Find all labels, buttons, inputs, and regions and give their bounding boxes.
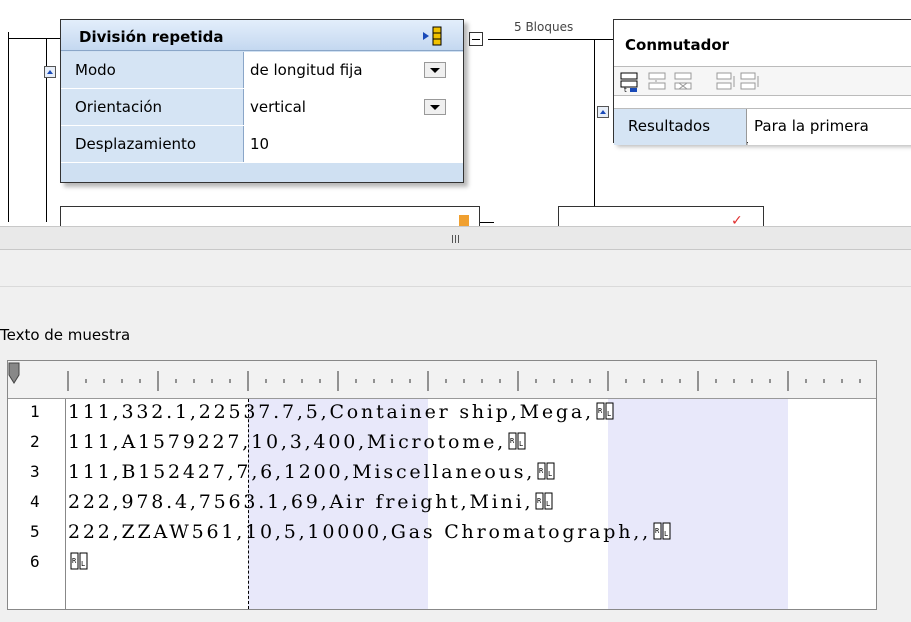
line-number: 2 bbox=[30, 432, 40, 451]
split-offset-label: Desplazamiento bbox=[61, 126, 243, 162]
crlf-icon: RL bbox=[70, 552, 88, 570]
crlf-icon: RL bbox=[508, 432, 526, 450]
split-box-title: División repetida bbox=[79, 28, 224, 46]
output-connector-line bbox=[488, 39, 614, 40]
sample-line: 222,978.4,7563.1,69,Air freight,Mini, R L bbox=[68, 491, 554, 513]
crlf-icon: RL bbox=[537, 462, 555, 480]
lower-switch-box[interactable]: ✓ bbox=[558, 206, 764, 228]
column-ruler[interactable] bbox=[8, 361, 876, 399]
crlf-icon: RL bbox=[596, 402, 614, 420]
split-offset-row: Desplazamiento 10 bbox=[61, 126, 463, 163]
line-number: 3 bbox=[30, 462, 40, 481]
move-down-icon[interactable] bbox=[738, 71, 762, 93]
switch-box-collapse-button[interactable] bbox=[597, 106, 609, 118]
split-box-collapse-button[interactable] bbox=[44, 66, 56, 78]
switch-results-label: Resultados bbox=[614, 109, 747, 145]
sample-line: 222,ZZAW561,10,5,10000,Gas Chromatograph… bbox=[68, 521, 671, 543]
svg-text:L: L bbox=[607, 410, 614, 418]
line-number: 6 bbox=[30, 552, 40, 571]
collapse-output-toggle[interactable] bbox=[469, 32, 483, 46]
svg-text:L: L bbox=[81, 560, 88, 568]
chevron-down-icon[interactable] bbox=[424, 62, 446, 78]
switch-box-title: Conmutador bbox=[625, 36, 730, 54]
split-offset-input[interactable]: 10 bbox=[243, 126, 463, 162]
lower-component-box[interactable] bbox=[60, 206, 480, 228]
svg-text:R: R bbox=[598, 407, 605, 415]
line-number: 4 bbox=[30, 492, 40, 511]
split-output-icon[interactable] bbox=[421, 25, 443, 47]
add-condition-icon[interactable]: t bbox=[618, 71, 642, 93]
insert-condition-icon[interactable] bbox=[646, 71, 670, 93]
chevron-down-icon[interactable] bbox=[424, 99, 446, 115]
grip-icon[interactable] bbox=[451, 235, 461, 243]
svg-text:L: L bbox=[548, 470, 555, 478]
ruler-ticks bbox=[67, 371, 861, 391]
switch-results-value: Para la primera bbox=[748, 109, 911, 145]
split-mode-row: Modo de longitud fija bbox=[61, 52, 463, 89]
split-offset-value: 10 bbox=[250, 135, 270, 153]
split-marker-icon[interactable] bbox=[8, 361, 20, 385]
pane-splitter[interactable] bbox=[0, 226, 911, 250]
split-box-header[interactable]: División repetida bbox=[61, 20, 463, 51]
move-up-icon[interactable] bbox=[714, 71, 738, 93]
crlf-icon: RL bbox=[653, 522, 671, 540]
svg-text:R: R bbox=[510, 437, 517, 445]
lower-connector-line bbox=[480, 222, 494, 223]
switch-connector-line bbox=[594, 39, 595, 222]
sample-text-pane: Texto de muestra 1 2 3 4 5 6 111,332.1,2… bbox=[0, 310, 911, 622]
svg-text:R: R bbox=[537, 497, 544, 505]
split-orientation-row: Orientación vertical bbox=[61, 89, 463, 126]
line-number-gutter: 1 2 3 4 5 6 bbox=[8, 399, 66, 609]
sample-line: RL bbox=[68, 551, 88, 573]
sample-line: 111,B152427,7,6,1200,Miscellaneous, R L bbox=[68, 461, 556, 483]
svg-text:t: t bbox=[624, 86, 627, 93]
left-border-line bbox=[8, 32, 9, 222]
input-connector-line bbox=[8, 38, 60, 39]
split-mode-value: de longitud fija bbox=[250, 61, 363, 79]
sample-text-title: Texto de muestra bbox=[0, 326, 131, 344]
switch-toolbar: t bbox=[614, 66, 911, 96]
split-orientation-select[interactable]: vertical bbox=[243, 89, 463, 125]
svg-text:L: L bbox=[664, 530, 671, 538]
svg-text:R: R bbox=[539, 467, 546, 475]
switch-results-row[interactable]: Resultados Para la primera bbox=[614, 108, 911, 145]
svg-text:L: L bbox=[546, 500, 553, 508]
line-number: 1 bbox=[30, 402, 40, 421]
sample-line: 111,A1579227,10,3,400,Microtome, R L bbox=[68, 431, 527, 453]
split-mode-select[interactable]: de longitud fija bbox=[243, 52, 463, 88]
svg-text:L: L bbox=[519, 440, 526, 448]
split-orientation-value: vertical bbox=[250, 98, 306, 116]
repeated-split-component[interactable]: División repetida Modo de longitud fija … bbox=[60, 19, 464, 183]
line-number: 5 bbox=[30, 522, 40, 541]
split-orientation-label: Orientación bbox=[61, 89, 243, 125]
mapforce-design-canvas[interactable]: 5 Bloques División repetida Modo de long… bbox=[0, 0, 911, 228]
crlf-icon: RL bbox=[535, 492, 553, 510]
sample-text-editor[interactable]: 1 2 3 4 5 6 111,332.1,22537.7,5,Containe… bbox=[7, 360, 877, 610]
delete-condition-icon[interactable] bbox=[672, 71, 696, 93]
switch-component[interactable]: Conmutador t Resultados Para la primera bbox=[613, 19, 911, 145]
column-shade-4 bbox=[608, 399, 788, 609]
empty-pane bbox=[0, 250, 911, 310]
sample-line: 111,332.1,22537.7,5,Container ship,Mega,… bbox=[68, 401, 614, 423]
svg-text:R: R bbox=[72, 557, 79, 565]
svg-text:R: R bbox=[655, 527, 662, 535]
blocks-count-label: 5 Bloques bbox=[514, 20, 574, 34]
split-mode-label: Modo bbox=[61, 52, 243, 88]
editor-scroll-area[interactable] bbox=[877, 360, 911, 610]
